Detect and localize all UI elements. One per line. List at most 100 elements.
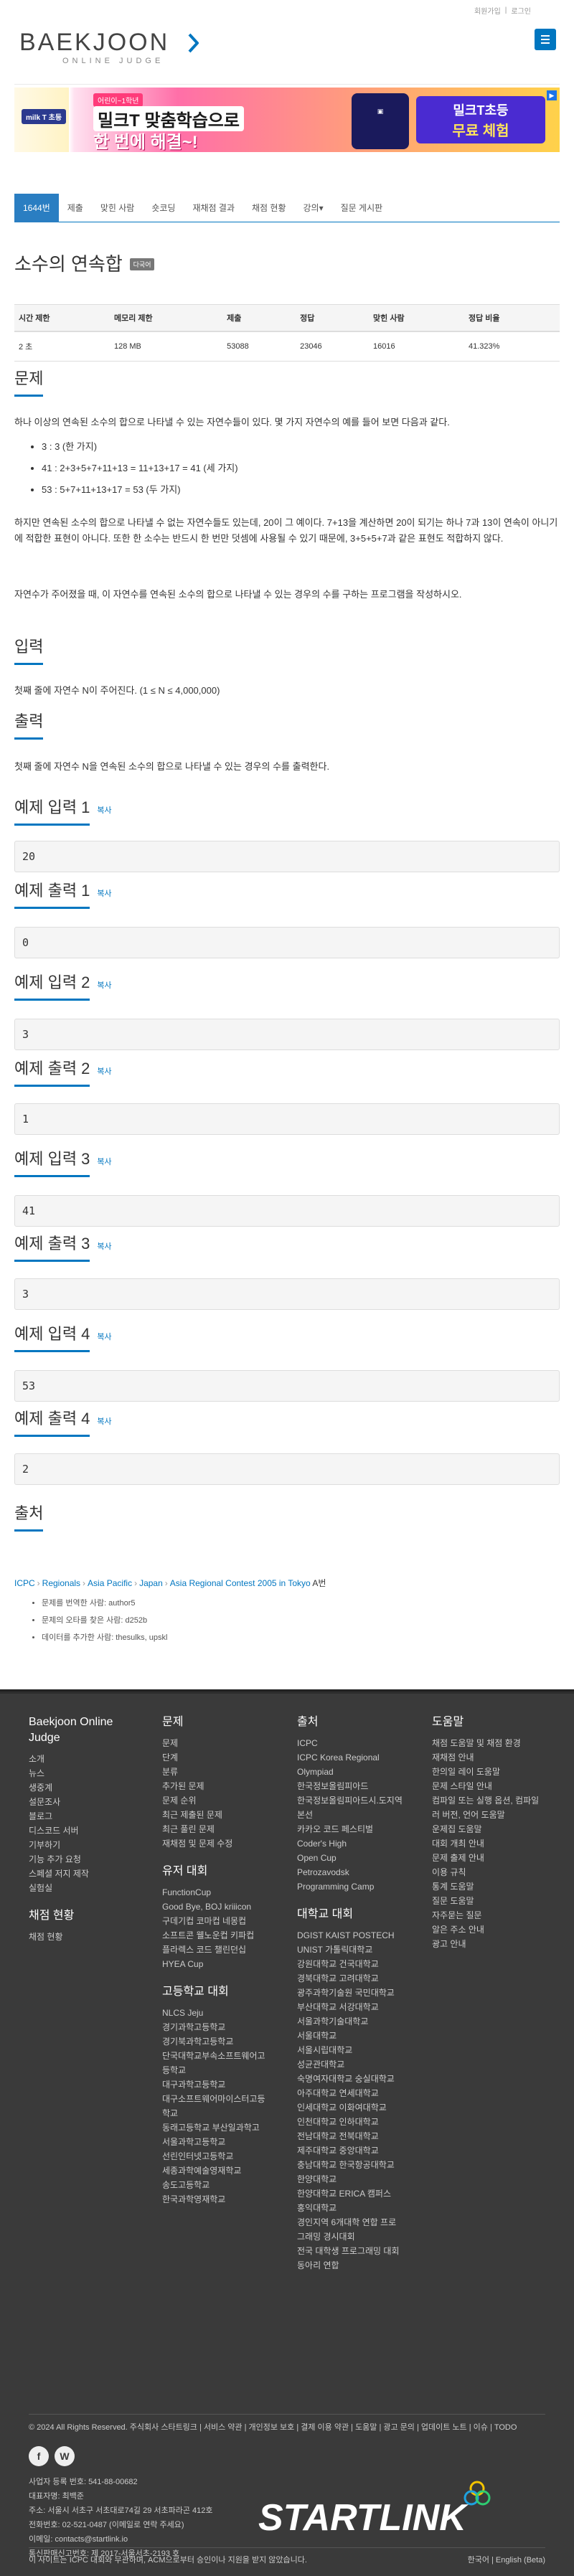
footer-link[interactable]: 서울대학교	[297, 2029, 426, 2043]
footer-link[interactable]: 제주대학교 중앙대학교	[297, 2143, 426, 2158]
footer-link[interactable]: 문제 순위	[162, 1793, 284, 1808]
footer-link[interactable]: 서울시립대학교	[297, 2043, 426, 2057]
footer-link[interactable]: 경인지역 6개대학 연합 프로	[297, 2215, 426, 2230]
footer-link[interactable]: 생중계	[29, 1780, 144, 1795]
ad-cta[interactable]: 밀크T초등 무료 체험	[416, 96, 545, 143]
tab-short-coding[interactable]: 숏코딩	[143, 194, 184, 222]
footer-link[interactable]: NLCS Jeju	[162, 2006, 284, 2020]
footer-link[interactable]: 문제 출제 안내	[432, 1851, 554, 1865]
footer-link[interactable]: 운제집 도움말	[432, 1822, 554, 1836]
footer-link[interactable]: 서울과학기술대학교	[297, 2014, 426, 2029]
footer-link[interactable]: 광고 안내	[432, 1937, 554, 1951]
baekjoon-logo[interactable]: BAEKJOON ONLINE JUDGE	[19, 24, 199, 67]
footer-link[interactable]: 문제	[162, 1736, 284, 1750]
footer-link[interactable]: Coder's High	[297, 1836, 426, 1851]
footer-link[interactable]: 이용 규칙	[432, 1865, 554, 1879]
footer-link[interactable]: DGIST KAIST POSTECH	[297, 1928, 426, 1943]
footer-link[interactable]: 재채점 및 문제 수정	[162, 1836, 284, 1851]
login-link[interactable]: 로그인	[511, 5, 531, 16]
footer-link[interactable]: FunctionCup	[162, 1885, 284, 1900]
footer-link[interactable]: 한국정보올림피아드	[297, 1779, 426, 1793]
footer-link[interactable]: 컴파일 또는 실행 옵션, 컴파일	[432, 1793, 554, 1808]
footer-link[interactable]: 재채점 안내	[432, 1750, 554, 1765]
footer-link[interactable]: 플라렉스 코드 챌린던십	[162, 1943, 284, 1957]
tab-status[interactable]: 채점 현황	[243, 194, 295, 222]
footer-link[interactable]: Good Bye, BOJ kriiicon	[162, 1900, 284, 1914]
menu-toggle-button[interactable]	[535, 29, 556, 50]
tab-solved-users[interactable]: 맞힌 사람	[92, 194, 144, 222]
footer-link[interactable]: 경북대학교 고려대학교	[297, 1971, 426, 1986]
footer-link[interactable]: 대구소프트웨어마이스터고등	[162, 2092, 284, 2106]
footer-link[interactable]: 자주묻는 질문	[432, 1908, 554, 1922]
tab-submit[interactable]: 제출	[59, 194, 92, 222]
footer-link[interactable]: 뉴스	[29, 1766, 144, 1780]
wordpress-icon[interactable]: W	[55, 2446, 75, 2466]
footer-link[interactable]: 경기과학고등학교	[162, 2020, 284, 2034]
footer-link[interactable]: 송도고등학교	[162, 2178, 284, 2192]
footer-link[interactable]: Open Cup	[297, 1851, 426, 1865]
tab-rejudge[interactable]: 재채점 결과	[184, 194, 243, 222]
footer-link[interactable]: 전국 대학생 프로그래밍 대회	[297, 2244, 426, 2258]
copy-button[interactable]: 복사	[97, 1065, 111, 1077]
footer-link[interactable]: 알은 주소 안내	[432, 1922, 554, 1937]
footer-link[interactable]: 대구과학고등학교	[162, 2077, 284, 2092]
footer-link[interactable]: 전남대학교 전북대학교	[297, 2129, 426, 2143]
footer-link[interactable]: 세종과학예술영재학교	[162, 2164, 284, 2178]
footer-link[interactable]: 카카오 코드 페스티벌	[297, 1822, 426, 1836]
footer-link[interactable]: 분류	[162, 1765, 284, 1779]
footer-link[interactable]: 대회 개최 안내	[432, 1836, 554, 1851]
tab-lectures[interactable]: 강의▾	[295, 194, 332, 222]
copy-button[interactable]: 복사	[97, 1240, 111, 1252]
footer-link[interactable]: HYEA Cup	[162, 1957, 284, 1971]
footer-link[interactable]: 통계 도움말	[432, 1879, 554, 1894]
footer-link[interactable]: 단국대학교부속소프트웨어고	[162, 2049, 284, 2063]
footer-link[interactable]: Programming Camp	[297, 1879, 426, 1894]
startlink-logo[interactable]: STARTLINK	[258, 2478, 545, 2536]
footer-link[interactable]: 숙명여자대학교 숭실대학교	[297, 2072, 426, 2086]
footer-link[interactable]: 디스코드 서버	[29, 1824, 144, 1838]
footer-link[interactable]: 선린인터넷고등학교	[162, 2149, 284, 2164]
footer-link[interactable]: 경기북과학고등학교	[162, 2034, 284, 2049]
footer-link[interactable]: 설문조사	[29, 1795, 144, 1809]
footer-link[interactable]: 러 버전, 언어 도움말	[432, 1808, 554, 1822]
footer-link[interactable]: 한의일 레이 도움말	[432, 1765, 554, 1779]
footer-link[interactable]: 아주대학교 연세대학교	[297, 2086, 426, 2100]
footer-link[interactable]: 등학교	[162, 2063, 284, 2077]
footer-legal-links[interactable]: © 2024 All Rights Reserved. 주식회사 스타트링크 |…	[29, 2414, 545, 2435]
footer-link[interactable]: 강원대학교 건국대학교	[297, 1957, 426, 1971]
footer-link[interactable]: Petrozavodsk	[297, 1865, 426, 1879]
footer-link[interactable]: 문제 스타일 안내	[432, 1779, 554, 1793]
footer-link[interactable]: Olympiad	[297, 1765, 426, 1779]
footer-link[interactable]: 인천대학교 인하대학교	[297, 2115, 426, 2129]
footer-link[interactable]: 최근 풀린 문제	[162, 1822, 284, 1836]
footer-link[interactable]: 최근 제출된 문제	[162, 1808, 284, 1822]
footer-link[interactable]: 한양대학교	[297, 2172, 426, 2186]
footer-link[interactable]: 인세대학교 이화여대학교	[297, 2100, 426, 2115]
footer-link[interactable]: 본선	[297, 1808, 426, 1822]
footer-link[interactable]: 추가된 문제	[162, 1779, 284, 1793]
footer-link[interactable]: ICPC	[297, 1736, 426, 1750]
footer-link[interactable]: 서울과학고등학교	[162, 2135, 284, 2149]
facebook-icon[interactable]: f	[29, 2446, 49, 2466]
footer-link[interactable]: UNIST 가톨릭대학교	[297, 1943, 426, 1957]
footer-link[interactable]: 동아리 연합	[297, 2258, 426, 2273]
copy-button[interactable]: 복사	[97, 887, 111, 899]
copy-button[interactable]: 복사	[97, 804, 111, 816]
footer-link[interactable]: 기능 추가 요청	[29, 1852, 144, 1867]
tab-problem[interactable]: 1644번	[14, 194, 59, 222]
copy-button[interactable]: 복사	[97, 1415, 111, 1427]
footer-link[interactable]: 홍익대학교	[297, 2201, 426, 2215]
source-link[interactable]: ICPC	[14, 1578, 35, 1588]
footer-link[interactable]: 성균관대학교	[297, 2057, 426, 2072]
footer-link[interactable]: 실험실	[29, 1881, 144, 1895]
tab-qna[interactable]: 질문 게시판	[332, 194, 392, 222]
footer-link[interactable]: 한국과학영재학교	[162, 2192, 284, 2207]
footer-link[interactable]: 동래고등학교 부산일과학고	[162, 2120, 284, 2135]
source-link[interactable]: Regionals	[42, 1578, 80, 1588]
footer-link[interactable]: 광주과학기술원 국민대학교	[297, 1986, 426, 2000]
footer-link[interactable]: 채점 현황	[29, 1930, 144, 1944]
footer-link[interactable]: 소프트콘 웰노운컵 키파컵	[162, 1928, 284, 1943]
ad-choices-icon[interactable]: ▶	[547, 90, 557, 100]
footer-link[interactable]: 질문 도움말	[432, 1894, 554, 1908]
footer-link[interactable]: 단계	[162, 1750, 284, 1765]
